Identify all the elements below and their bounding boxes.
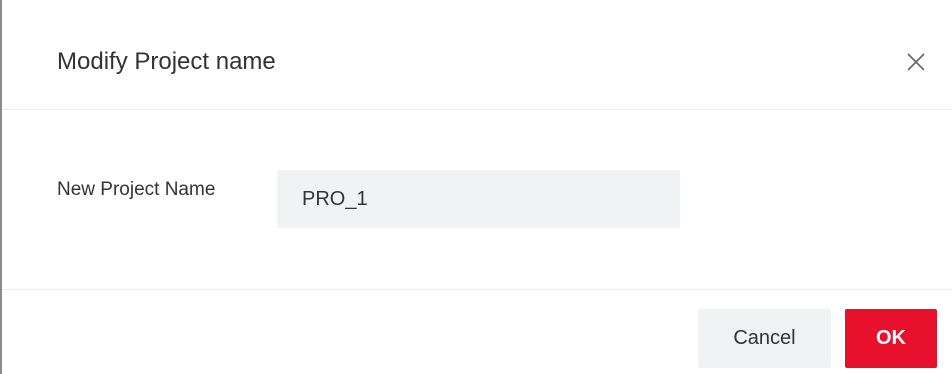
close-button[interactable] [902, 48, 930, 76]
ok-button[interactable]: OK [845, 309, 937, 368]
dialog-body: New Project Name [2, 110, 952, 290]
modify-project-dialog: Modify Project name New Project Name Can… [0, 0, 952, 374]
close-icon [907, 53, 925, 71]
dialog-footer: Cancel OK [2, 290, 952, 374]
dialog-title: Modify Project name [57, 48, 276, 75]
new-project-name-label: New Project Name [57, 179, 216, 200]
dialog-header: Modify Project name [2, 0, 952, 110]
cancel-button[interactable]: Cancel [698, 309, 831, 368]
new-project-name-input[interactable] [277, 170, 680, 228]
